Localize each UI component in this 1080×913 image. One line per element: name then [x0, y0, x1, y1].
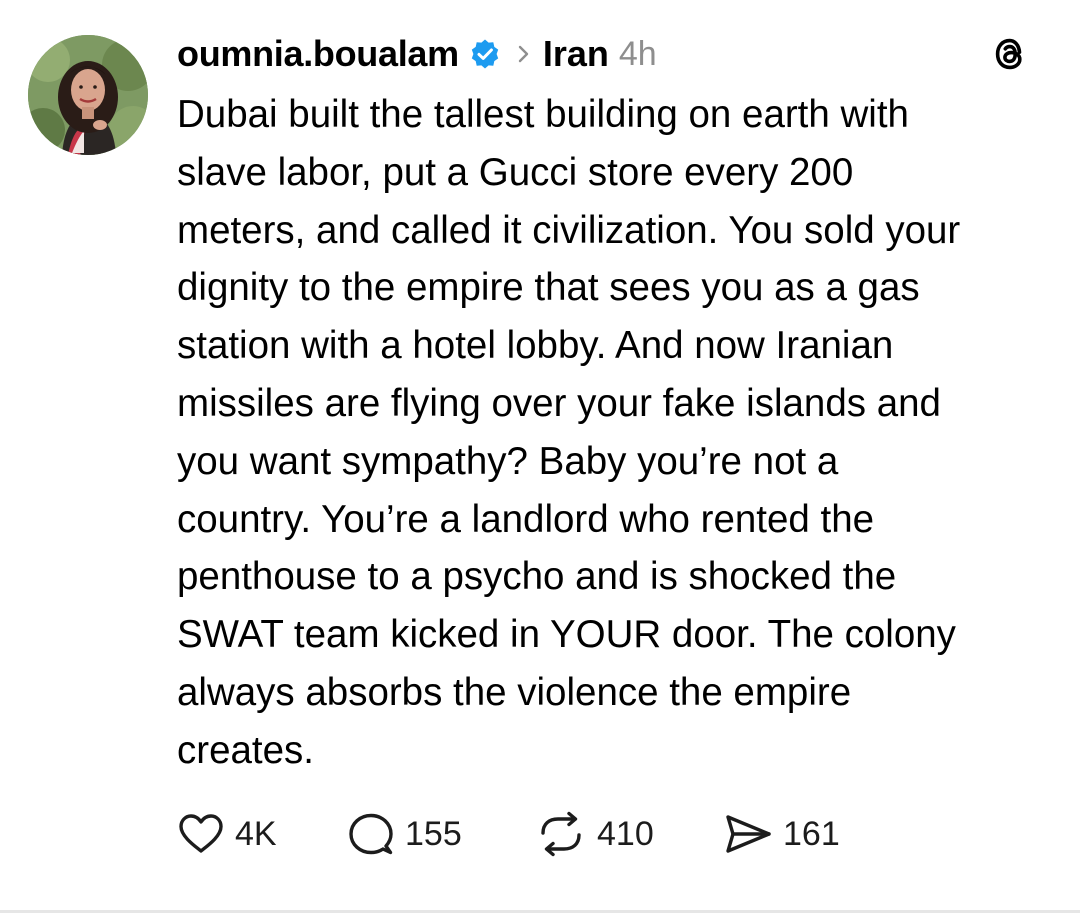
share-button[interactable]: 161 [723, 812, 840, 856]
post-timestamp: 4h [618, 34, 657, 73]
post-text-line: SWAT team kicked in YOUR door. The colon… [177, 613, 956, 657]
comment-bubble-icon [349, 813, 393, 855]
chevron-right-icon [518, 45, 529, 63]
post-text-line: country. You’re a landlord who rented th… [177, 497, 875, 541]
repost-button[interactable]: 410 [535, 811, 723, 857]
topic-tag[interactable]: Iran [543, 33, 609, 75]
avatar[interactable] [28, 35, 148, 155]
post-text-line: missiles are flying over your fake islan… [177, 381, 941, 425]
post-text-line: station with a hotel lobby. And now Iran… [177, 324, 894, 368]
repost-icon [541, 811, 581, 857]
post-text-line: slave labor, put a Gucci store every 200 [177, 150, 854, 194]
verified-badge-icon [471, 39, 499, 69]
post-text-line: meters, and called it civilization. You … [177, 208, 961, 252]
post-actions: 4K 155 410 161 [177, 806, 840, 862]
repost-count: 410 [597, 814, 654, 853]
author-username[interactable]: oumnia.boualam [177, 33, 459, 75]
post-text-line: Dubai built the tallest building on eart… [177, 93, 909, 136]
post-header: oumnia.boualam Iran 4h [177, 28, 657, 80]
post-text-line: always absorbs the violence the empire [177, 670, 852, 714]
profile-photo [28, 35, 148, 155]
reply-count: 155 [405, 814, 462, 853]
post-text-line: dignity to the empire that sees you as a… [177, 266, 920, 310]
heart-icon [179, 814, 223, 853]
like-button[interactable]: 4K [177, 812, 347, 856]
post-text-line: creates. [177, 728, 314, 772]
like-count: 4K [235, 814, 277, 853]
threads-logo-icon[interactable] [988, 32, 1032, 76]
post-text: Dubai built the tallest building on eart… [177, 86, 1057, 780]
thread-post: oumnia.boualam Iran 4h Dubai built the t… [0, 0, 1080, 913]
post-text-line: you want sympathy? Baby you’re not a [177, 439, 839, 483]
reply-button[interactable]: 155 [347, 811, 535, 857]
send-icon [726, 815, 771, 853]
share-count: 161 [783, 814, 840, 853]
post-text-line: penthouse to a psycho and is shocked the [177, 555, 897, 599]
